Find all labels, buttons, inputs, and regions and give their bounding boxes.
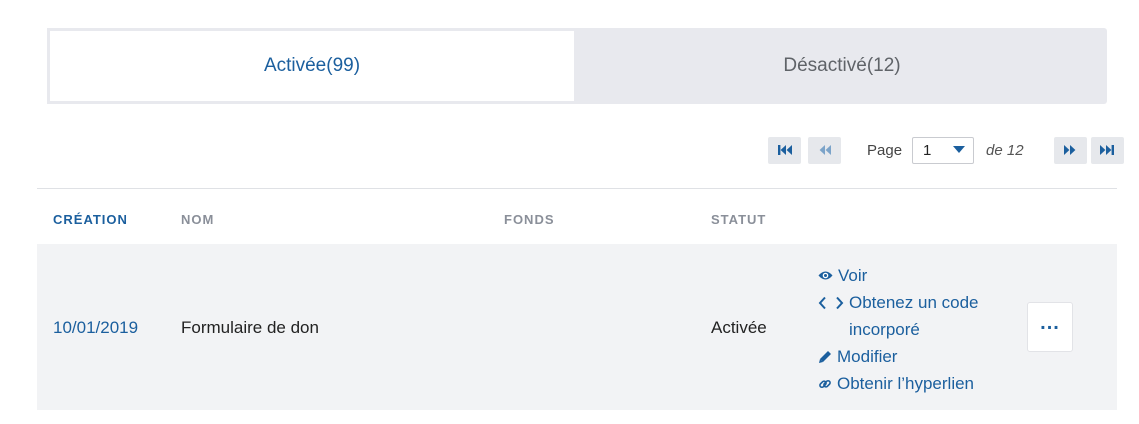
caret-down-icon	[953, 146, 966, 153]
previous-page-icon	[819, 145, 831, 155]
header-fonds[interactable]: FONDS	[504, 212, 555, 227]
last-page-icon	[1100, 145, 1115, 155]
edit-link[interactable]: Modifier	[818, 343, 998, 370]
next-page-icon	[1064, 145, 1076, 155]
embed-code-label: Obtenez un code incorporé	[849, 293, 979, 339]
page-select[interactable]: 1	[912, 136, 975, 164]
header-nom[interactable]: NOM	[181, 212, 214, 227]
page-label: Page	[867, 141, 903, 159]
current-page-value: 1	[923, 141, 932, 159]
link-icon	[819, 379, 831, 388]
eye-icon	[818, 271, 833, 280]
creation-date: 10/01/2019	[53, 318, 139, 337]
status-value: Activée	[711, 318, 767, 337]
first-page-icon	[777, 145, 792, 155]
header-statut[interactable]: STATUT	[711, 212, 766, 227]
last-page-button[interactable]	[1090, 136, 1124, 164]
pencil-icon	[819, 350, 831, 363]
pagination: Page 1 de 12	[768, 136, 1124, 164]
code-icon	[818, 296, 844, 309]
tab-activated[interactable]: Activée(99)	[47, 28, 577, 104]
row-actions: Voir Obtenez un code incorporé Modifier	[818, 262, 998, 397]
tab-deactivated[interactable]: Désactivé(12)	[577, 28, 1107, 104]
hyperlink-label: Obtenir l’hyperlien	[837, 374, 975, 393]
total-pages-label: de 12	[986, 141, 1024, 159]
more-options-button[interactable]: ...	[1027, 302, 1073, 352]
edit-label: Modifier	[837, 347, 898, 366]
ellipsis-icon: ...	[1040, 311, 1060, 334]
view-link[interactable]: Voir	[818, 262, 998, 289]
header-creation[interactable]: CRÉATION	[53, 212, 128, 227]
embed-code-link[interactable]: Obtenez un code incorporé	[818, 289, 998, 343]
status-tabs: Activée(99) Désactivé(12)	[47, 28, 1107, 104]
previous-page-button[interactable]	[808, 136, 841, 164]
hyperlink-link[interactable]: Obtenir l’hyperlien	[818, 370, 998, 397]
table-divider	[37, 188, 1117, 189]
form-name: Formulaire de don	[181, 318, 319, 337]
table-row: 10/01/2019 Formulaire de don Activée Voi…	[37, 244, 1117, 410]
next-page-button[interactable]	[1053, 136, 1087, 164]
first-page-button[interactable]	[768, 136, 801, 164]
view-label: Voir	[838, 266, 868, 285]
